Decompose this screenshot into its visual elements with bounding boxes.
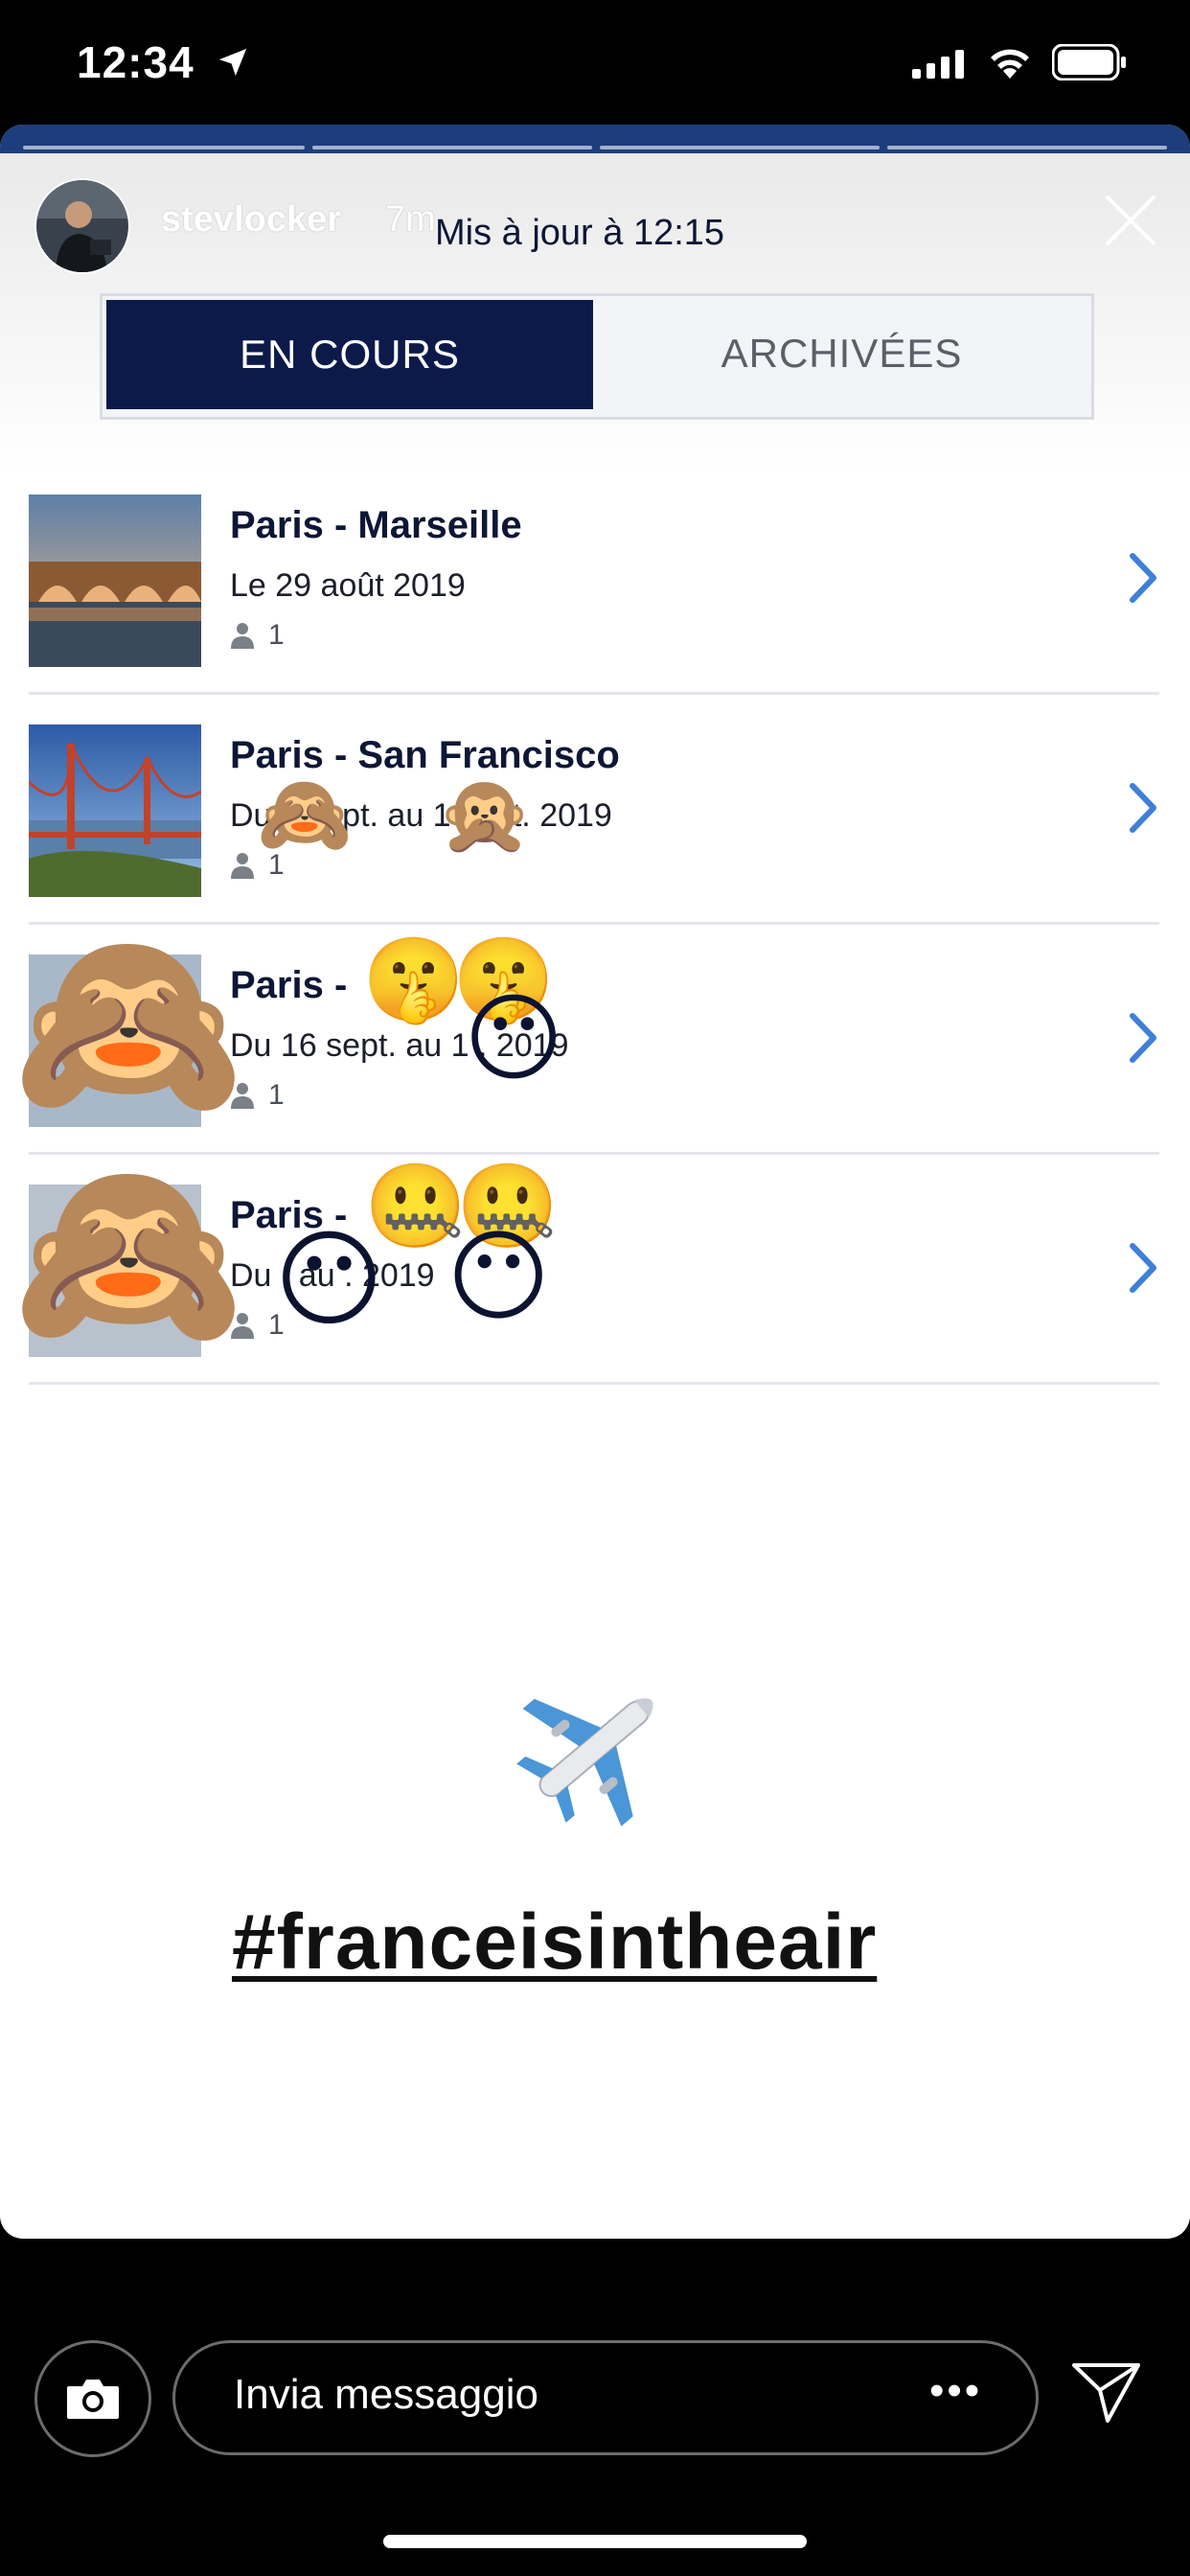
speak-no-evil-sticker[interactable]: 🙊 — [437, 776, 533, 853]
battery-icon — [1052, 44, 1126, 80]
signal-icon — [912, 50, 964, 79]
no-mouth-sticker[interactable]: 😶 — [464, 991, 563, 1087]
tab-en-cours[interactable]: EN COURS — [106, 300, 593, 409]
story-progress-segment — [600, 146, 880, 150]
avatar[interactable] — [34, 178, 130, 274]
airplane-icon[interactable] — [498, 1653, 690, 1845]
trip-passengers: 1 — [230, 619, 285, 652]
story-frame[interactable]: stevlocker 7m Mis à jour à 12:15 EN COUR… — [0, 125, 1190, 2239]
tab-archivees[interactable]: ARCHIVÉES — [597, 296, 1087, 411]
story-progress-segment — [312, 146, 592, 150]
close-icon[interactable] — [1104, 194, 1157, 247]
story-username[interactable]: stevlocker — [161, 199, 341, 241]
story-time-ago: 7m — [385, 199, 436, 240]
story-progress-segment — [887, 146, 1167, 150]
passenger-count: 1 — [268, 1079, 285, 1111]
tab-bar: EN COURS ARCHIVÉES — [100, 293, 1094, 420]
no-mouth-sticker[interactable]: 😶 — [274, 1227, 384, 1332]
location-arrow-icon — [218, 48, 247, 77]
see-no-evil-sticker[interactable]: 🙈 — [11, 1160, 245, 1347]
send-icon[interactable] — [1071, 2361, 1142, 2425]
camera-button[interactable] — [34, 2340, 151, 2457]
chevron-right-icon[interactable] — [1127, 1012, 1159, 1064]
see-no-evil-sticker[interactable]: 🙈 — [257, 776, 353, 853]
see-no-evil-sticker[interactable]: 🙈 — [11, 930, 245, 1117]
row-divider — [29, 692, 1159, 695]
more-options-button[interactable]: ••• — [929, 2367, 982, 2415]
trip-date: Le 29 août 2019 — [230, 567, 466, 604]
trip-title[interactable]: Paris - — [230, 964, 347, 1007]
camera-icon — [67, 2380, 119, 2419]
chevron-right-icon[interactable] — [1127, 552, 1159, 604]
trip-thumbnail — [29, 494, 201, 667]
no-mouth-sticker[interactable]: 😶 — [446, 1227, 550, 1326]
hashtag-sticker[interactable]: #franceisintheair — [232, 1898, 877, 1988]
row-divider — [29, 1382, 1159, 1385]
story-progress-segment — [23, 146, 305, 150]
updated-label: Mis à jour à 12:15 — [435, 213, 725, 253]
home-indicator — [383, 2535, 807, 2548]
chevron-right-icon[interactable] — [1127, 1242, 1159, 1294]
trip-title[interactable]: Paris - Marseille — [230, 504, 522, 547]
shushing-sticker[interactable]: 🤫 — [362, 939, 465, 1022]
person-icon — [231, 853, 254, 879]
status-time: 12:34 — [77, 37, 195, 87]
person-icon — [231, 623, 254, 649]
chevron-right-icon[interactable] — [1127, 782, 1159, 834]
message-placeholder: Invia messaggio — [234, 2371, 538, 2418]
trip-thumbnail — [29, 724, 201, 897]
passenger-count: 1 — [268, 619, 285, 651]
wifi-icon — [991, 49, 1029, 79]
